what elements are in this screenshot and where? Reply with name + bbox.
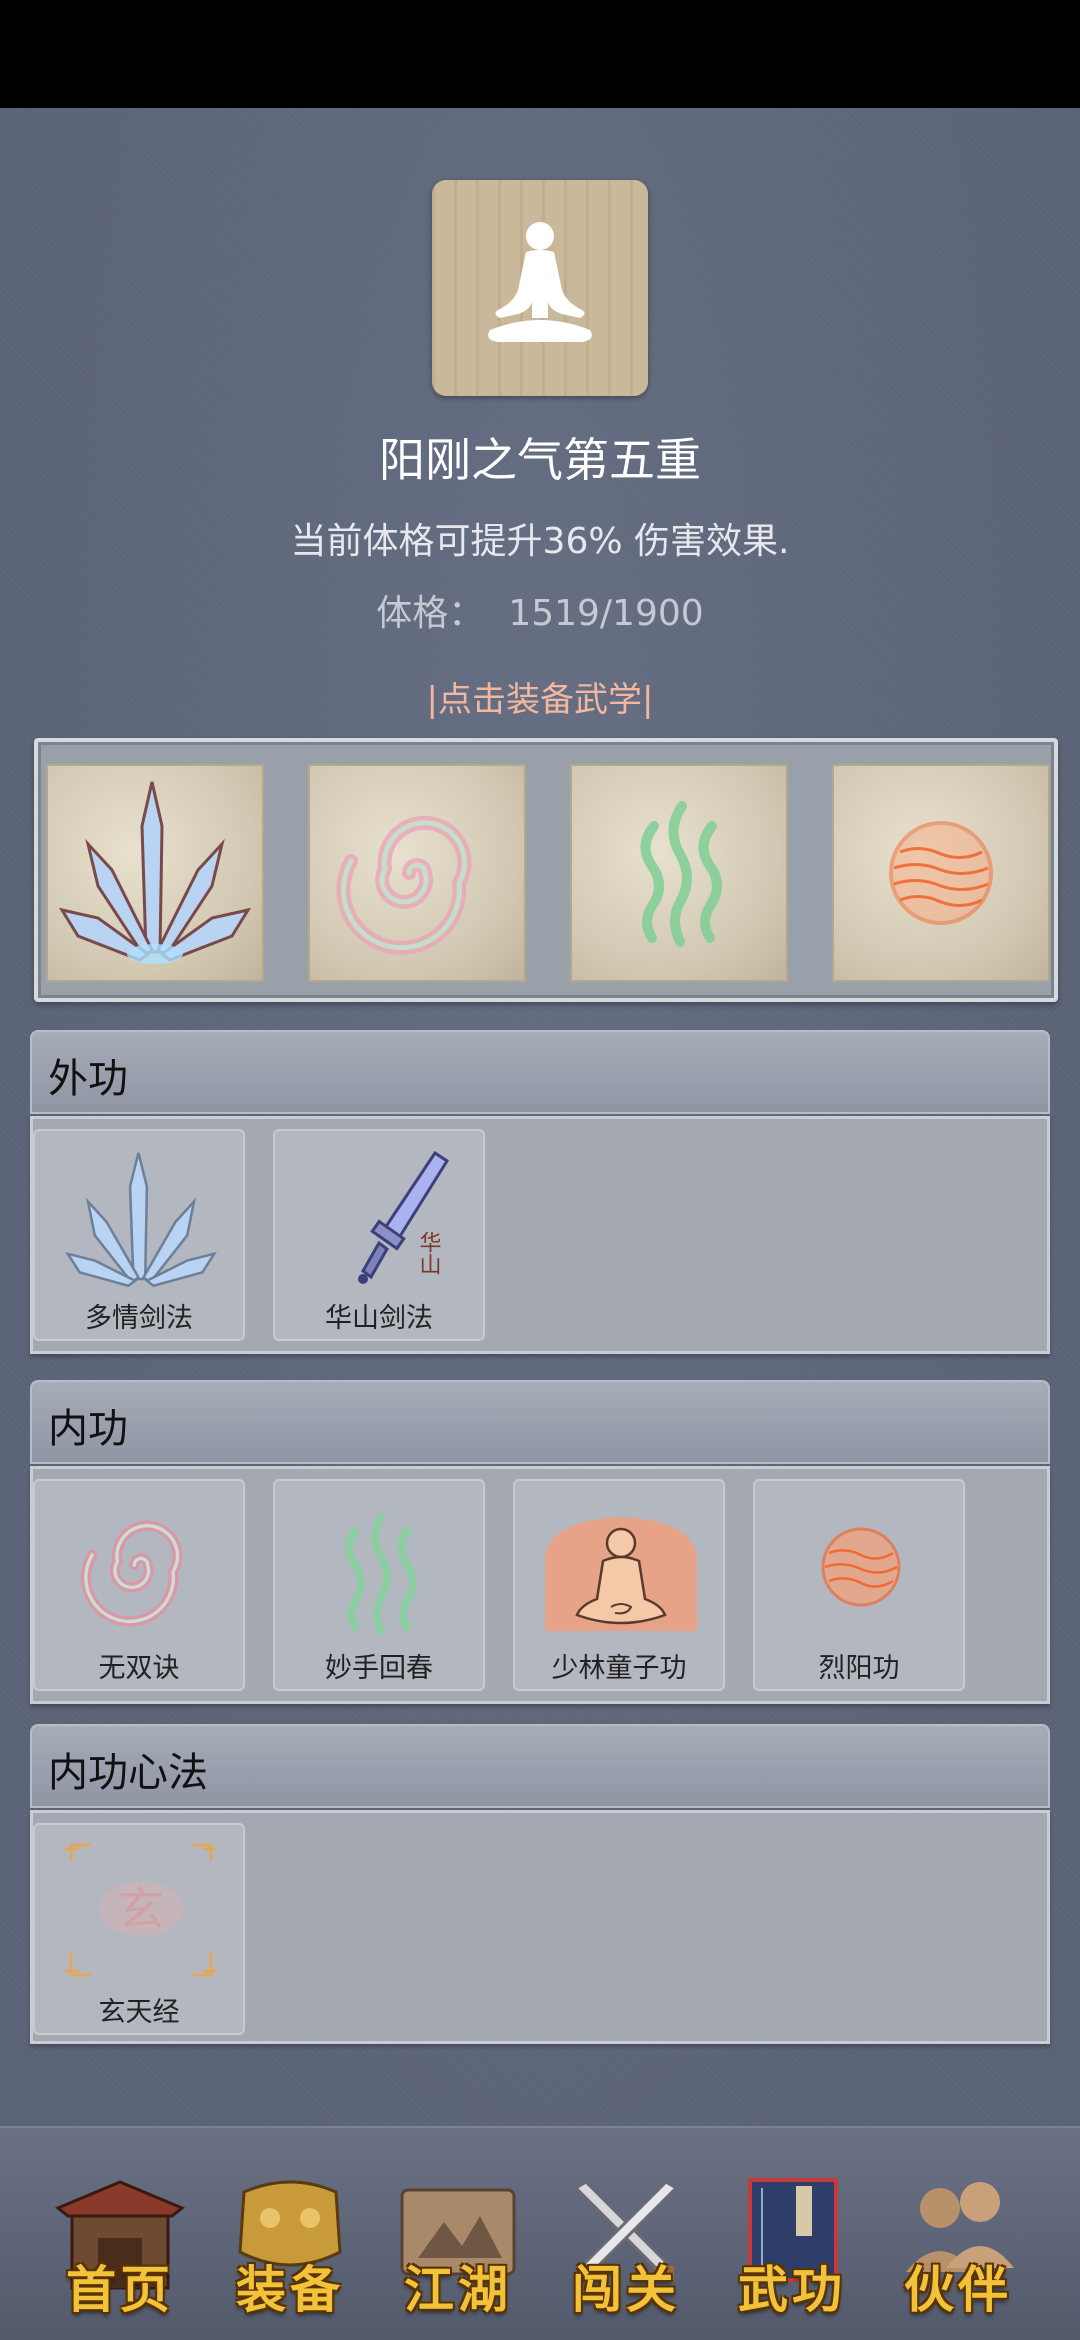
equip-slot-2[interactable] <box>310 766 524 980</box>
section-header-mental: 内功心法 <box>30 1724 1050 1808</box>
realm-title: 阳刚之气第五重 <box>379 433 701 487</box>
character-portrait <box>432 180 648 396</box>
nav-equipment[interactable]: 装备 <box>220 2168 360 2319</box>
section-title: 内功 <box>48 1406 128 1452</box>
bottom-nav: 首页 装备 江湖 闯关 武功 伙伴 <box>0 2126 1080 2340</box>
equipped-skills-panel <box>34 738 1058 1002</box>
skill-card-wushuang[interactable]: 无双诀 <box>33 1479 245 1691</box>
nav-home[interactable]: 首页 <box>50 2168 190 2319</box>
skill-name: 烈阳功 <box>818 1653 900 1684</box>
effect-description: 当前体格可提升36% 伤害效果. <box>290 521 790 562</box>
huashan-sword-icon: 华山 <box>358 1150 450 1284</box>
section-header-internal: 内功 <box>30 1380 1050 1464</box>
ice-blades-icon <box>65 1152 217 1288</box>
fire-orb-icon <box>889 821 993 925</box>
skill-name: 少林童子功 <box>551 1653 687 1684</box>
skill-card-duoqing[interactable]: 多情剑法 <box>33 1129 245 1341</box>
section-body-external: 多情剑法 华山 华山剑法 <box>30 1116 1050 1354</box>
xuan-glyph: 玄 <box>118 1884 164 1935</box>
fire-orb-icon <box>821 1527 901 1607</box>
green-waves-icon <box>345 1513 417 1635</box>
skill-card-huashan[interactable]: 华山 华山剑法 <box>273 1129 485 1341</box>
nav-martial-arts[interactable]: 武功 <box>722 2168 862 2319</box>
skill-name: 华山剑法 <box>325 1303 433 1334</box>
skill-card-lieyang[interactable]: 烈阳功 <box>753 1479 965 1691</box>
skill-name: 玄天经 <box>98 1997 180 2028</box>
skill-name: 妙手回春 <box>325 1653 433 1684</box>
skill-card-miaoshou[interactable]: 妙手回春 <box>273 1479 485 1691</box>
constitution-label: 体格： <box>376 593 485 634</box>
pink-spiral-icon <box>336 815 472 955</box>
constitution-stat: 体格： 1519/1900 <box>0 584 1080 636</box>
nav-companions[interactable]: 伙伴 <box>888 2168 1028 2319</box>
nav-label: 闯关 <box>572 2260 680 2319</box>
equip-slot-3[interactable] <box>572 766 786 980</box>
nav-label: 首页 <box>66 2260 174 2319</box>
xuan-scroll-icon: 玄 <box>65 1843 217 1977</box>
equip-slot-1[interactable] <box>48 766 262 980</box>
nav-label: 装备 <box>236 2260 344 2319</box>
huashan-glyph: 华山 <box>417 1231 442 1275</box>
skill-card-shaolin[interactable]: 少林童子功 <box>513 1479 725 1691</box>
nav-challenge[interactable]: 闯关 <box>556 2168 696 2319</box>
section-body-internal: 无双诀 妙手回春 少林童子功 烈阳功 <box>30 1466 1050 1704</box>
ice-blades-icon <box>58 781 252 964</box>
nav-label: 伙伴 <box>904 2260 1012 2319</box>
pink-spiral-icon <box>80 1520 183 1627</box>
section-title: 外功 <box>48 1056 128 1102</box>
constitution-value: 1519/1900 <box>508 593 704 634</box>
nav-label: 江湖 <box>404 2260 512 2319</box>
equip-slot-4[interactable] <box>834 766 1048 980</box>
nav-label: 武功 <box>738 2260 846 2319</box>
meditating-monk-icon <box>545 1517 697 1631</box>
section-title: 内功心法 <box>48 1750 208 1796</box>
green-waves-icon <box>640 801 722 947</box>
skill-name: 多情剑法 <box>85 1303 193 1334</box>
skill-name: 无双诀 <box>98 1653 180 1684</box>
status-bar <box>0 0 1080 108</box>
section-body-mental: 玄 玄天经 <box>30 1810 1050 2044</box>
equip-martial-link[interactable]: |点击装备武学| <box>0 672 1080 721</box>
section-header-external: 外功 <box>30 1030 1050 1114</box>
nav-jianghu[interactable]: 江湖 <box>388 2168 528 2319</box>
skill-card-xuantian[interactable]: 玄 玄天经 <box>33 1823 245 2035</box>
meditating-figure-icon <box>488 222 592 342</box>
